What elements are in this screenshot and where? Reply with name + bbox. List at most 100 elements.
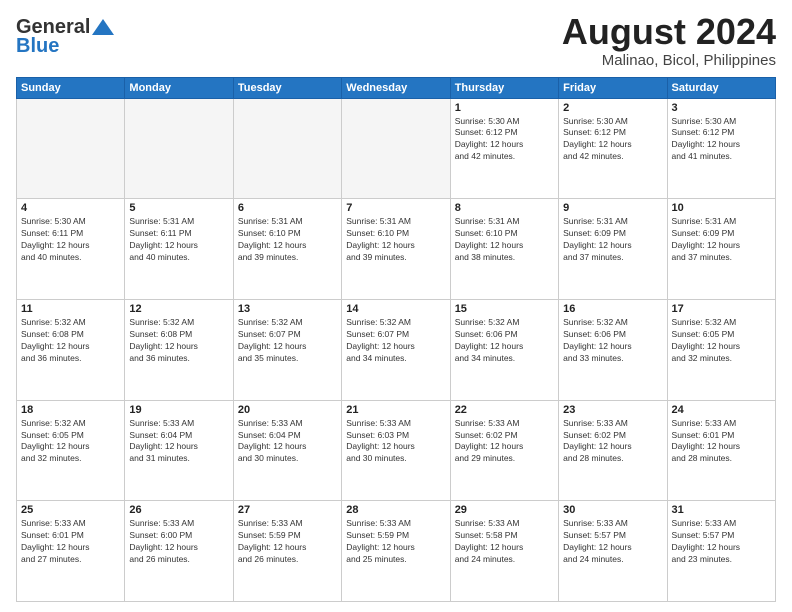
day-number: 6 — [238, 202, 337, 214]
day-number: 9 — [563, 202, 662, 214]
weekday-header-row: SundayMondayTuesdayWednesdayThursdayFrid… — [17, 77, 776, 98]
calendar-cell: 1 Sunrise: 5:30 AM Sunset: 6:12 PM Daylig… — [450, 98, 558, 199]
calendar-cell: 13Sunrise: 5:32 AM Sunset: 6:07 PM Dayli… — [233, 299, 341, 400]
day-info: Sunrise: 5:31 AM Sunset: 6:11 PM Dayligh… — [129, 216, 228, 264]
day-info: Sunrise: 5:33 AM Sunset: 6:01 PM Dayligh… — [672, 418, 771, 466]
calendar-cell: 30 Sunrise: 5:33 AM Sunset: 5:57 PM Dayli… — [559, 501, 667, 602]
calendar-cell: 27 Sunrise: 5:33 AM Sunset: 5:59 PM Dayli… — [233, 501, 341, 602]
calendar-cell: 12Sunrise: 5:32 AM Sunset: 6:08 PM Dayli… — [125, 299, 233, 400]
calendar-cell: 10 Sunrise: 5:31 AM Sunset: 6:09 PM Dayli… — [667, 199, 775, 300]
day-info: Sunrise: 5:30 AM Sunset: 6:12 PM Dayligh… — [455, 116, 554, 164]
day-number: 16 — [563, 303, 662, 315]
week-row-2: 4Sunrise: 5:30 AM Sunset: 6:11 PM Daylig… — [17, 199, 776, 300]
day-number: 5 — [129, 202, 228, 214]
weekday-friday: Friday — [559, 77, 667, 98]
day-info: Sunrise: 5:33 AM Sunset: 6:02 PM Dayligh… — [455, 418, 554, 466]
calendar-cell: 2Sunrise: 5:30 AM Sunset: 6:12 PM Daylig… — [559, 98, 667, 199]
week-row-4: 18 Sunrise: 5:32 AM Sunset: 6:05 PM Dayli… — [17, 400, 776, 501]
day-info: Sunrise: 5:33 AM Sunset: 6:04 PM Dayligh… — [129, 418, 228, 466]
logo-blue: Blue — [16, 35, 59, 58]
calendar-cell: 25 Sunrise: 5:33 AM Sunset: 6:01 PM Dayli… — [17, 501, 125, 602]
calendar-cell: 28 Sunrise: 5:33 AM Sunset: 5:59 PM Dayli… — [342, 501, 450, 602]
calendar-cell: 17 Sunrise: 5:32 AM Sunset: 6:05 PM Dayli… — [667, 299, 775, 400]
calendar-cell: 19Sunrise: 5:33 AM Sunset: 6:04 PM Dayli… — [125, 400, 233, 501]
day-info: Sunrise: 5:32 AM Sunset: 6:06 PM Dayligh… — [455, 317, 554, 365]
calendar-cell — [17, 98, 125, 199]
title-block: August 2024 Malinao, Bicol, Philippines — [562, 12, 776, 69]
day-info: Sunrise: 5:33 AM Sunset: 5:59 PM Dayligh… — [346, 518, 445, 566]
day-number: 18 — [21, 404, 120, 416]
calendar-cell: 20 Sunrise: 5:33 AM Sunset: 6:04 PM Dayli… — [233, 400, 341, 501]
calendar-cell: 21Sunrise: 5:33 AM Sunset: 6:03 PM Dayli… — [342, 400, 450, 501]
day-info: Sunrise: 5:33 AM Sunset: 6:04 PM Dayligh… — [238, 418, 337, 466]
logo: General Blue — [16, 16, 114, 58]
week-row-3: 11Sunrise: 5:32 AM Sunset: 6:08 PM Dayli… — [17, 299, 776, 400]
calendar-cell — [342, 98, 450, 199]
day-info: Sunrise: 5:30 AM Sunset: 6:11 PM Dayligh… — [21, 216, 120, 264]
calendar-table: SundayMondayTuesdayWednesdayThursdayFrid… — [16, 77, 776, 602]
calendar-cell: 7 Sunrise: 5:31 AM Sunset: 6:10 PM Daylig… — [342, 199, 450, 300]
day-number: 23 — [563, 404, 662, 416]
day-number: 28 — [346, 504, 445, 516]
day-info: Sunrise: 5:33 AM Sunset: 6:03 PM Dayligh… — [346, 418, 445, 466]
calendar-cell — [233, 98, 341, 199]
calendar-title: August 2024 — [562, 12, 776, 52]
day-number: 30 — [563, 504, 662, 516]
day-number: 14 — [346, 303, 445, 315]
calendar-cell: 24 Sunrise: 5:33 AM Sunset: 6:01 PM Dayli… — [667, 400, 775, 501]
day-number: 10 — [672, 202, 771, 214]
calendar-cell: 31 Sunrise: 5:33 AM Sunset: 5:57 PM Dayli… — [667, 501, 775, 602]
day-info: Sunrise: 5:33 AM Sunset: 5:59 PM Dayligh… — [238, 518, 337, 566]
calendar-cell — [125, 98, 233, 199]
calendar-cell: 6 Sunrise: 5:31 AM Sunset: 6:10 PM Daylig… — [233, 199, 341, 300]
day-info: Sunrise: 5:30 AM Sunset: 6:12 PM Dayligh… — [672, 116, 771, 164]
calendar-cell: 15 Sunrise: 5:32 AM Sunset: 6:06 PM Dayli… — [450, 299, 558, 400]
day-info: Sunrise: 5:33 AM Sunset: 6:01 PM Dayligh… — [21, 518, 120, 566]
day-info: Sunrise: 5:31 AM Sunset: 6:09 PM Dayligh… — [563, 216, 662, 264]
day-info: Sunrise: 5:32 AM Sunset: 6:05 PM Dayligh… — [21, 418, 120, 466]
day-info: Sunrise: 5:32 AM Sunset: 6:07 PM Dayligh… — [238, 317, 337, 365]
day-info: Sunrise: 5:31 AM Sunset: 6:10 PM Dayligh… — [346, 216, 445, 264]
day-info: Sunrise: 5:31 AM Sunset: 6:10 PM Dayligh… — [238, 216, 337, 264]
day-number: 15 — [455, 303, 554, 315]
calendar-cell: 9 Sunrise: 5:31 AM Sunset: 6:09 PM Daylig… — [559, 199, 667, 300]
calendar-cell: 14 Sunrise: 5:32 AM Sunset: 6:07 PM Dayli… — [342, 299, 450, 400]
calendar-cell: 29 Sunrise: 5:33 AM Sunset: 5:58 PM Dayli… — [450, 501, 558, 602]
day-number: 1 — [455, 102, 554, 114]
weekday-thursday: Thursday — [450, 77, 558, 98]
day-info: Sunrise: 5:32 AM Sunset: 6:07 PM Dayligh… — [346, 317, 445, 365]
day-info: Sunrise: 5:33 AM Sunset: 5:58 PM Dayligh… — [455, 518, 554, 566]
day-info: Sunrise: 5:33 AM Sunset: 5:57 PM Dayligh… — [672, 518, 771, 566]
logo-icon — [92, 19, 114, 35]
day-number: 27 — [238, 504, 337, 516]
day-info: Sunrise: 5:32 AM Sunset: 6:06 PM Dayligh… — [563, 317, 662, 365]
day-number: 25 — [21, 504, 120, 516]
day-number: 29 — [455, 504, 554, 516]
day-info: Sunrise: 5:32 AM Sunset: 6:05 PM Dayligh… — [672, 317, 771, 365]
day-number: 2 — [563, 102, 662, 114]
day-number: 7 — [346, 202, 445, 214]
calendar-cell: 22 Sunrise: 5:33 AM Sunset: 6:02 PM Dayli… — [450, 400, 558, 501]
day-number: 3 — [672, 102, 771, 114]
day-number: 17 — [672, 303, 771, 315]
day-info: Sunrise: 5:31 AM Sunset: 6:09 PM Dayligh… — [672, 216, 771, 264]
day-info: Sunrise: 5:32 AM Sunset: 6:08 PM Dayligh… — [129, 317, 228, 365]
day-info: Sunrise: 5:31 AM Sunset: 6:10 PM Dayligh… — [455, 216, 554, 264]
day-info: Sunrise: 5:32 AM Sunset: 6:08 PM Dayligh… — [21, 317, 120, 365]
day-number: 31 — [672, 504, 771, 516]
page: General Blue August 2024 Malinao, Bicol,… — [0, 0, 792, 612]
day-number: 20 — [238, 404, 337, 416]
calendar-cell: 18 Sunrise: 5:32 AM Sunset: 6:05 PM Dayli… — [17, 400, 125, 501]
day-number: 8 — [455, 202, 554, 214]
week-row-1: 1 Sunrise: 5:30 AM Sunset: 6:12 PM Daylig… — [17, 98, 776, 199]
weekday-sunday: Sunday — [17, 77, 125, 98]
day-info: Sunrise: 5:33 AM Sunset: 5:57 PM Dayligh… — [563, 518, 662, 566]
day-info: Sunrise: 5:33 AM Sunset: 6:00 PM Dayligh… — [129, 518, 228, 566]
calendar-cell: 11Sunrise: 5:32 AM Sunset: 6:08 PM Dayli… — [17, 299, 125, 400]
header: General Blue August 2024 Malinao, Bicol,… — [16, 12, 776, 69]
calendar-cell: 3 Sunrise: 5:30 AM Sunset: 6:12 PM Daylig… — [667, 98, 775, 199]
day-number: 22 — [455, 404, 554, 416]
calendar-cell: 5 Sunrise: 5:31 AM Sunset: 6:11 PM Daylig… — [125, 199, 233, 300]
week-row-5: 25 Sunrise: 5:33 AM Sunset: 6:01 PM Dayli… — [17, 501, 776, 602]
day-number: 24 — [672, 404, 771, 416]
